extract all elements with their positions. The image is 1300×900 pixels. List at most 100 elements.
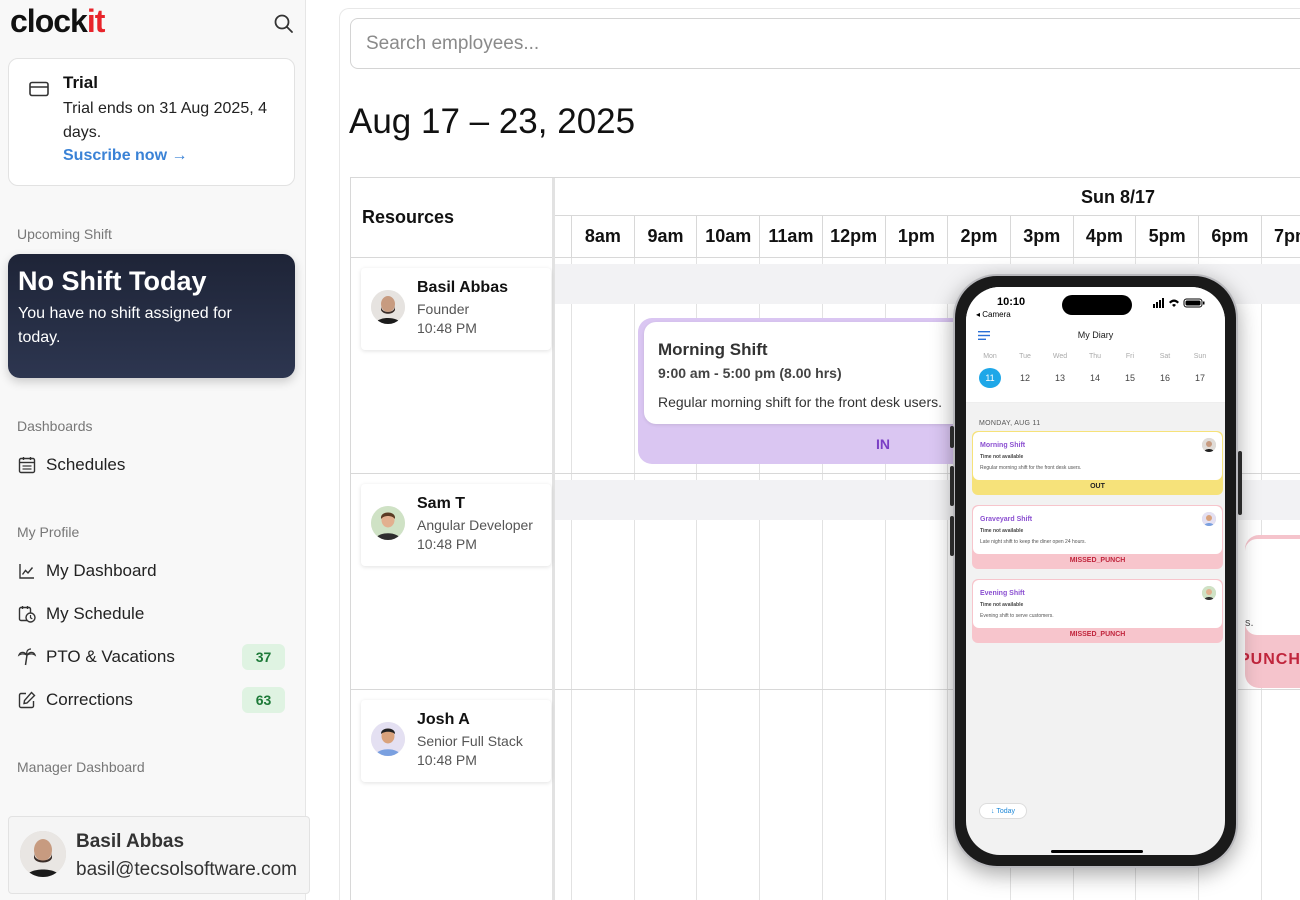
- user-avatar-icon: [1202, 512, 1216, 526]
- clockit-logo[interactable]: clockit: [10, 3, 105, 40]
- phone-shift-card[interactable]: Graveyard Shift Time not available Late …: [972, 505, 1223, 569]
- phone-side-button: [950, 466, 954, 506]
- phone-day-label: MONDAY, AUG 11: [979, 420, 1041, 427]
- upcoming-shift-card: No Shift Today You have no shift assigne…: [8, 254, 295, 378]
- resource-name: Josh A: [417, 711, 470, 728]
- phone-weekday-label: Thu: [1088, 353, 1102, 360]
- phone-date-17[interactable]: 17: [1189, 368, 1211, 388]
- morning-shift-event[interactable]: Morning Shift 9:00 am - 5:00 pm (8.00 hr…: [638, 318, 978, 464]
- credit-card-icon: [29, 81, 49, 97]
- phone-shift-card[interactable]: Evening Shift Time not available Evening…: [972, 579, 1223, 643]
- phone-side-button: [1238, 451, 1242, 515]
- hour-label: 12pm: [821, 216, 885, 258]
- avatar: [1202, 512, 1216, 526]
- phone-shift-status: MISSED_PUNCH: [1069, 557, 1126, 564]
- phone-shift-desc: Late night shift to keep the diner open …: [980, 539, 1086, 545]
- trial-text: Trial ends on 31 Aug 2025, 4 days.: [63, 100, 267, 141]
- sidebar-item-schedules[interactable]: Schedules: [17, 450, 297, 480]
- phone-date-12[interactable]: 12: [1014, 368, 1036, 388]
- phone-shift-time: Time not available: [980, 528, 1024, 534]
- phone-shift-desc: Regular morning shift for the front desk…: [980, 465, 1082, 471]
- resource-time: 10:48 PM: [417, 536, 477, 552]
- shift-status: PUNCH: [1245, 651, 1300, 668]
- phone-status-bar: 10:10 ◂ Camera: [966, 287, 1225, 325]
- sidebar-item-label: My Schedule: [46, 604, 145, 623]
- week-range-title: Aug 17 – 23, 2025: [349, 102, 636, 141]
- palm-tree-icon: [17, 648, 37, 666]
- avatar: [371, 506, 405, 540]
- trial-card: Trial Trial ends on 31 Aug 2025, 4 days.…: [8, 58, 295, 186]
- user-avatar-icon: [371, 290, 405, 324]
- hour-gridline: [571, 258, 572, 900]
- hour-gridline: [633, 258, 635, 900]
- upcoming-title: No Shift Today: [18, 266, 207, 296]
- employee-search-input[interactable]: [350, 18, 1300, 69]
- phone-week-strip: Mon 11 Tue 12 Wed 13 Thu 14 Fri 15 Sat 16 Sun 17: [966, 347, 1225, 403]
- calendar-icon: [18, 457, 36, 474]
- search-icon[interactable]: [273, 13, 295, 35]
- resource-row: Sam T Angular Developer 10:48 PM: [351, 474, 552, 690]
- current-user-card[interactable]: Basil Abbas basil@tecsolsoftware.com: [8, 816, 310, 894]
- phone-clock: 10:10: [997, 296, 1026, 308]
- phone-date-13[interactable]: 13: [1049, 368, 1071, 388]
- phone-date-11[interactable]: 11: [979, 368, 1001, 388]
- today-button[interactable]: ↓ Today: [979, 803, 1027, 819]
- phone-weekday-label: Wed: [1052, 353, 1068, 360]
- resource-row: Josh A Senior Full Stack 10:48 PM: [351, 690, 552, 900]
- user-avatar-icon: [371, 506, 405, 540]
- resource-card-basil[interactable]: Basil Abbas Founder 10:48 PM: [361, 268, 551, 350]
- trial-title: Trial: [63, 73, 98, 92]
- phone-shift-body: Graveyard Shift Time not available Late …: [973, 506, 1222, 554]
- sidebar-item-my-schedule[interactable]: My Schedule: [17, 599, 297, 629]
- day-header: Sun 8/17: [555, 178, 1300, 216]
- app-root: clockit Trial Trial ends on 31 Aug 2025,…: [0, 0, 1300, 900]
- hour-header-row: 8am9am10am11am12pm1pm2pm3pm4pm5pm6pm7pm: [555, 216, 1300, 258]
- phone-date-16[interactable]: 16: [1154, 368, 1176, 388]
- avatar: [1202, 438, 1216, 452]
- phone-shift-status: OUT: [1090, 483, 1105, 490]
- upcoming-text: You have no shift assigned for today.: [18, 305, 232, 346]
- resource-name: Sam T: [417, 495, 466, 512]
- manager-dashboard-section-label: Manager Dashboard: [17, 759, 145, 775]
- phone-side-button: [950, 426, 954, 448]
- resource-row: Basil Abbas Founder 10:48 PM: [351, 258, 552, 474]
- chart-line-icon: [19, 564, 34, 579]
- phone-shift-title: Evening Shift: [980, 590, 1025, 597]
- phone-date-14[interactable]: 14: [1084, 368, 1106, 388]
- resource-role: Senior Full Stack: [417, 733, 523, 749]
- pto-count-badge: 37: [242, 644, 285, 670]
- user-avatar-icon: [1202, 438, 1216, 452]
- user-avatar-icon: [20, 831, 66, 877]
- phone-weekday-label: Mon: [983, 353, 997, 360]
- phone-shift-desc: Evening shift to serve customers.: [980, 613, 1054, 619]
- phone-app-title: My Diary: [1077, 330, 1114, 340]
- hour-label: 5pm: [1135, 216, 1198, 258]
- resources-header-label: Resources: [362, 207, 455, 227]
- sidebar: clockit Trial Trial ends on 31 Aug 2025,…: [0, 0, 310, 900]
- hour-label: 8am: [571, 216, 634, 258]
- shift-description: Regular morning shift for the front desk…: [658, 394, 943, 410]
- sidebar-item-my-dashboard[interactable]: My Dashboard: [17, 556, 297, 586]
- sidebar-item-label: Corrections: [46, 690, 133, 709]
- phone-app-header: My Diary: [966, 325, 1225, 347]
- hour-label: 2pm: [947, 216, 1010, 258]
- resource-time: 10:48 PM: [417, 320, 477, 336]
- user-email: basil@tecsolsoftware.com: [76, 859, 297, 880]
- resource-card-sam[interactable]: Sam T Angular Developer 10:48 PM: [361, 484, 551, 566]
- phone-date-15[interactable]: 15: [1119, 368, 1141, 388]
- upcoming-shift-label: Upcoming Shift: [17, 226, 112, 242]
- back-to-camera-link[interactable]: ◂ Camera: [976, 310, 1011, 319]
- shift-card-body: s.: [1245, 539, 1300, 635]
- shift-description-tail: s.: [1245, 617, 1254, 629]
- phone-shift-card[interactable]: Morning Shift Time not available Regular…: [972, 431, 1223, 495]
- resource-time: 10:48 PM: [417, 752, 477, 768]
- missed-shift-event[interactable]: s. PUNCH: [1245, 535, 1300, 688]
- user-avatar-icon: [371, 722, 405, 756]
- phone-weekday-label: Fri: [1125, 353, 1135, 360]
- phone-weekday-label: Tue: [1019, 353, 1031, 360]
- subscribe-link[interactable]: Suscribe now →: [63, 147, 187, 165]
- calendar-clock-icon: [18, 606, 36, 623]
- resource-card-josh[interactable]: Josh A Senior Full Stack 10:48 PM: [361, 700, 551, 782]
- avatar: [1202, 586, 1216, 600]
- resource-role: Founder: [417, 301, 470, 317]
